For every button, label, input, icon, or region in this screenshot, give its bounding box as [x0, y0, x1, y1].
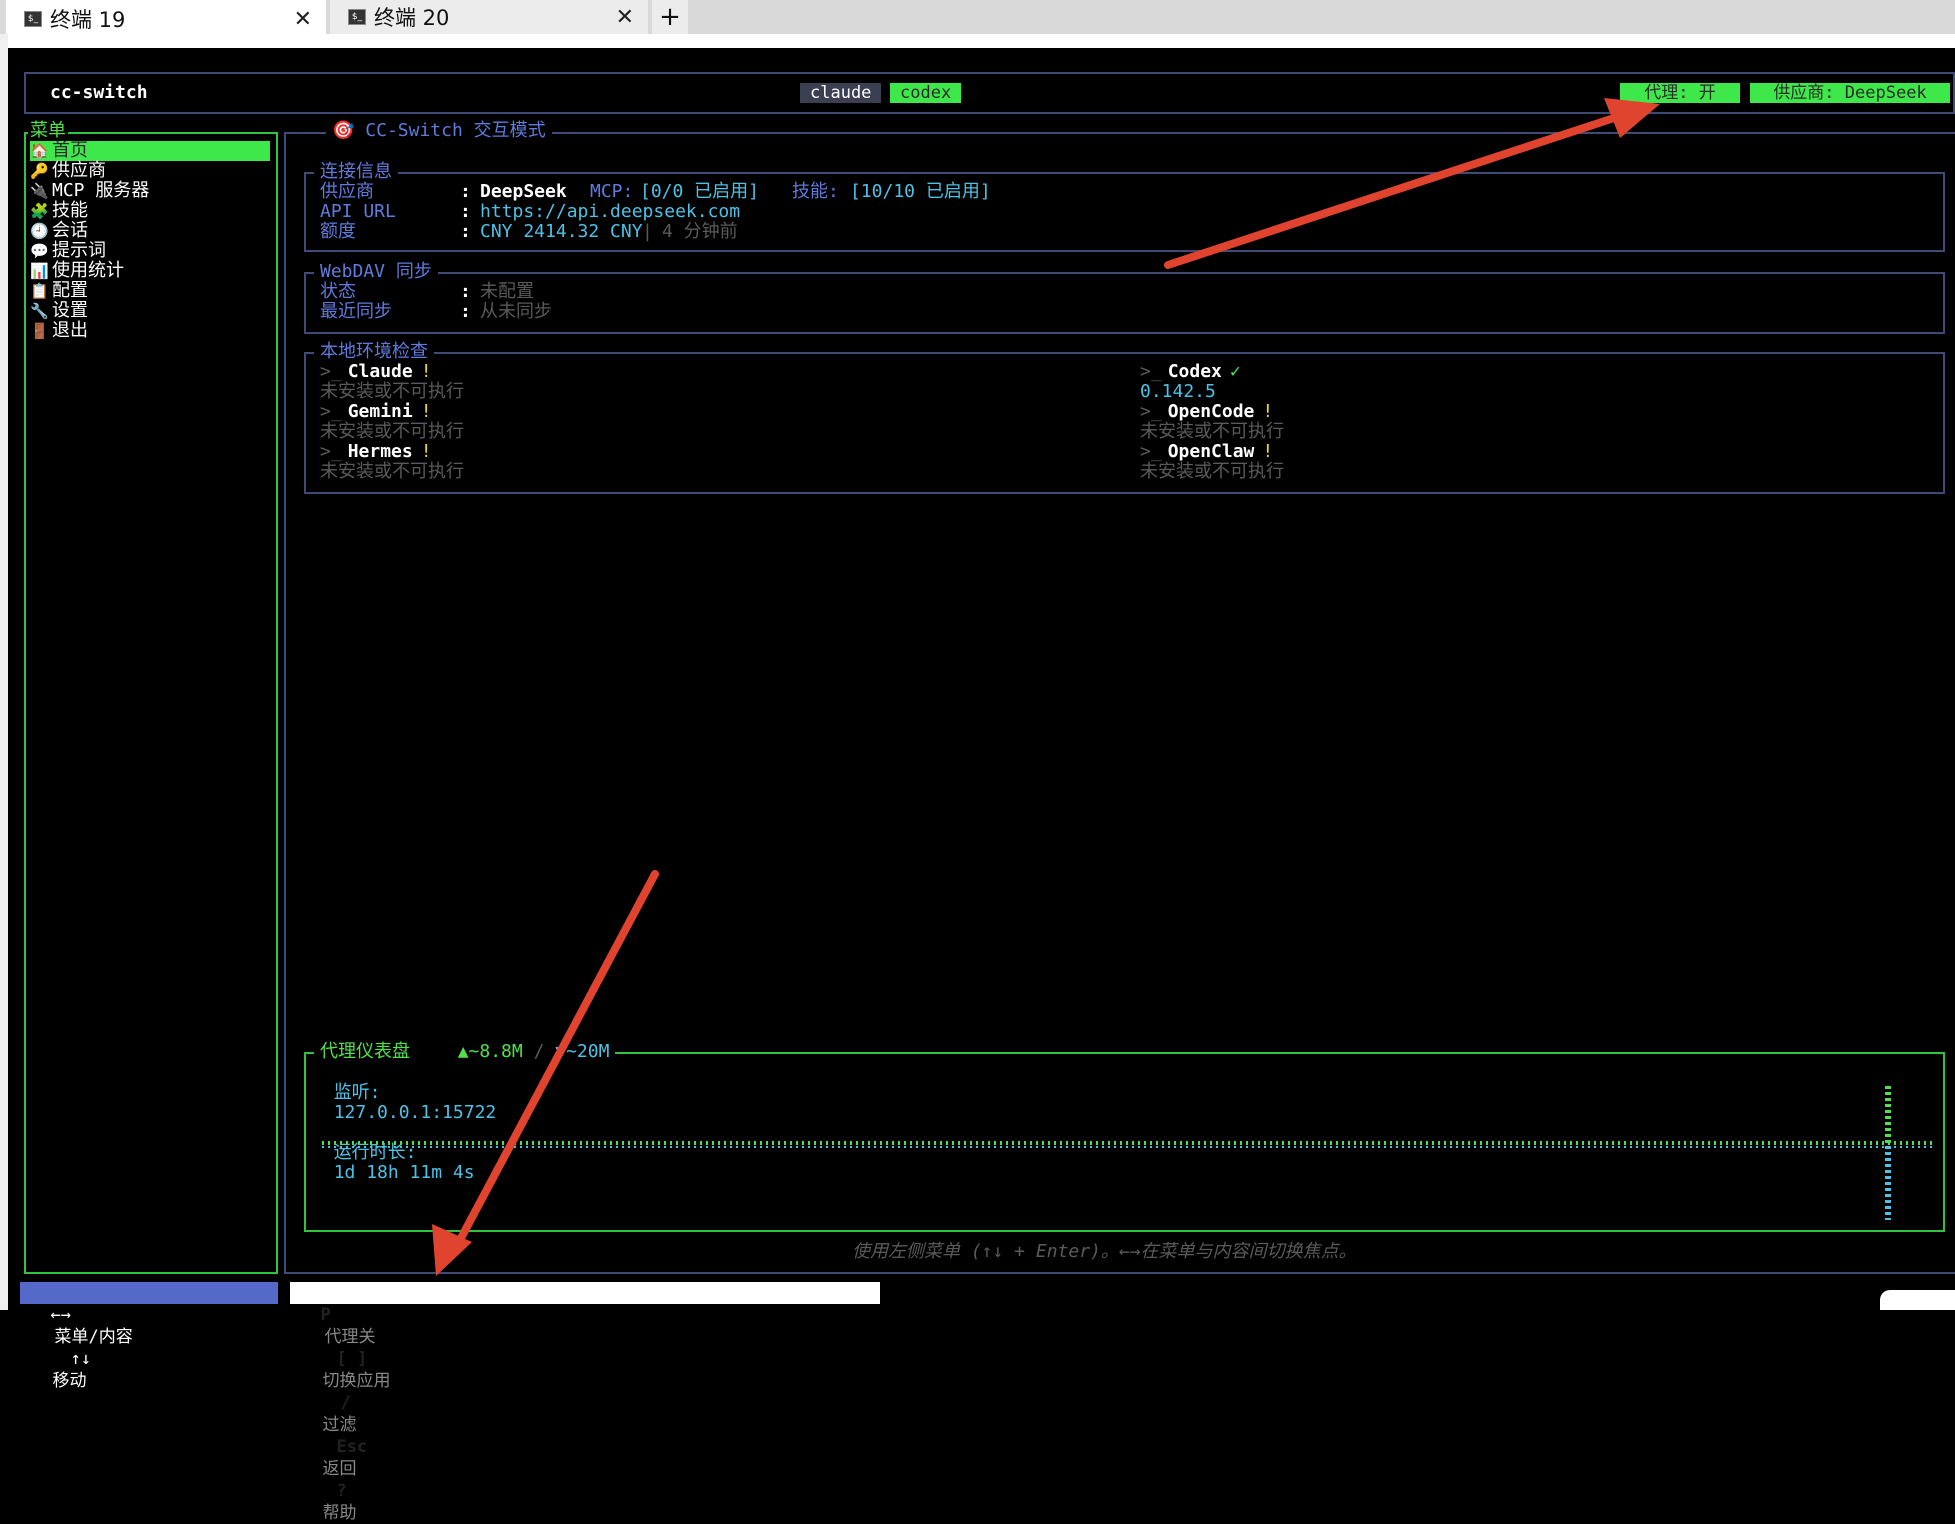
annotation-arrow-top: [1164, 112, 1624, 269]
footer-label: 菜单/内容: [54, 1327, 133, 1347]
annotation-layer: [432, 98, 1660, 1276]
annotation-arrowhead-top: [1604, 98, 1660, 138]
annotation-arrow-bottom: [456, 870, 659, 1244]
footer-label: 移动: [52, 1371, 87, 1391]
footer-key: ↑↓: [70, 1349, 91, 1369]
